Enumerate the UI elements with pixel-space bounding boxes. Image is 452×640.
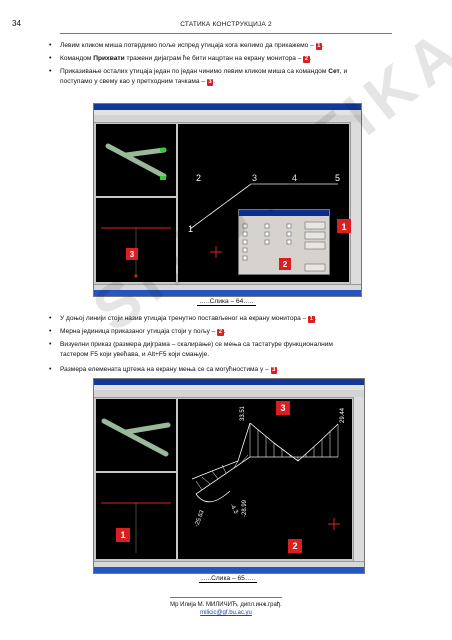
- bullet-text: У доњој линији стоји назив утицаја трену…: [60, 315, 309, 322]
- value-label-neg-25-63: -25.63: [194, 509, 206, 528]
- node-label-4: 4: [292, 173, 297, 183]
- figure-64-caption: …..Слика – 64…..: [93, 298, 360, 306]
- figure-65-caption: …..Слика – 65…..: [93, 575, 363, 583]
- caption-text: …..Слика – 64…..: [197, 298, 256, 306]
- view-pane-side: 1: [96, 473, 176, 559]
- screenshot-figure-64: 3 1 2 3 4 5 2: [93, 103, 362, 297]
- value-label-neg-4-3: -4.3: [228, 503, 239, 516]
- view-pane-side: 3: [96, 198, 176, 282]
- bullet-tail: .: [213, 77, 216, 85]
- bullet-icon: •: [49, 55, 52, 62]
- moment-diagram-drawing: 33.51 29.44 -25.63 -28.99 -4.3 3 2: [191, 401, 346, 553]
- marker-2-label: 2: [292, 541, 297, 551]
- bullet-tail: .: [309, 55, 312, 62]
- bullet-text: Левим кликом миша потврдимо поље испред …: [60, 42, 316, 49]
- value-label-neg-28-99: -28.99: [242, 499, 248, 517]
- bullet-text: поступамо у свему као у претходним тачка…: [60, 77, 207, 85]
- marker-1-overlay: 1: [337, 219, 351, 233]
- bullet-text: Приказивање осталих утицаја један по јед…: [60, 68, 329, 75]
- window-toolbar: [94, 115, 361, 123]
- screenshot-figure-65: 1 33.51 29.44 -25.63 -28.99 -4.3 3 2: [93, 378, 365, 574]
- marker-2-label: 2: [283, 260, 288, 269]
- bullet-icon: •: [49, 366, 52, 373]
- main-view-pane: 33.51 29.44 -25.63 -28.99 -4.3 3 2: [178, 399, 352, 559]
- caption-text: …..Слика – 65…..: [198, 575, 258, 583]
- side-view-drawing: 1: [101, 502, 171, 553]
- bullet-item: • Размера елемената цртежа на екрану мењ…: [49, 365, 394, 375]
- results-dialog[interactable]: 2: [238, 209, 330, 275]
- footer-author: Мр Илија М. МИЛИЧИЋ, дипл.инж.грађ.: [170, 602, 282, 608]
- marker-1-label: 1: [341, 222, 346, 232]
- footer-email-row: milicic@gf.bu.ac.yu: [0, 610, 452, 616]
- bullet-tail: .: [322, 42, 324, 49]
- bullet-text: Размера елемената цртежа на екрану мења …: [60, 366, 271, 373]
- marker-3-label: 3: [280, 403, 285, 413]
- value-label-33-51: 33.51: [240, 405, 246, 421]
- taskbar: [94, 290, 361, 296]
- bullet-tail: .: [314, 315, 317, 322]
- bullet-text: Визуелни приказ (размера дијграма – скал…: [60, 341, 333, 348]
- bullet-tail: .: [277, 366, 279, 373]
- command-name: Сет: [328, 68, 340, 75]
- bullet-text: Командом: [60, 55, 94, 62]
- right-toolbar[interactable]: [350, 122, 361, 285]
- taskbar: [94, 567, 364, 573]
- bullet-tail: , и: [339, 68, 348, 75]
- value-label-29-44: 29.44: [340, 407, 346, 423]
- window-toolbar: [94, 390, 364, 398]
- right-toolbar[interactable]: [353, 397, 364, 562]
- node-label-2: 2: [196, 173, 201, 183]
- bullet-icon: •: [49, 328, 52, 335]
- side-view-drawing: 3: [101, 227, 171, 278]
- bullet-item: • Левим кликом миша потврдимо поље испре…: [49, 41, 394, 51]
- bullet-text: тастером F5 који увећава, и Alt+F5 који …: [60, 350, 210, 358]
- running-title: СТАТИКА КОНСТРУКЦИЈА 2: [180, 21, 272, 28]
- command-name: Прихвати: [93, 55, 125, 62]
- bullet-icon: •: [49, 42, 52, 49]
- header-rule: [60, 33, 392, 34]
- main-view-pane: 1 2 3 4 5 2: [178, 124, 349, 282]
- bullet-text: Мерна јединица приказаног утицаја стоји …: [60, 328, 218, 335]
- frame-3d-drawing: [101, 418, 171, 457]
- bullet-tail: .: [223, 328, 226, 335]
- node-label-1: 1: [188, 224, 193, 234]
- view-pane-3d: [96, 399, 176, 471]
- bullet-icon: •: [49, 315, 52, 322]
- bullet-icon: •: [49, 341, 52, 348]
- marker-1-label: 1: [120, 530, 125, 540]
- node-label-5: 5: [335, 173, 340, 183]
- view-pane-3d: [96, 124, 176, 196]
- bullet-icon: •: [49, 68, 52, 75]
- footer-email-link[interactable]: milicic@gf.bu.ac.yu: [200, 610, 252, 616]
- marker-3-label: 3: [130, 250, 135, 259]
- bullet-item: • У доњој линији стоји назив утицаја тре…: [49, 314, 394, 324]
- bullet-item: • Мерна јединица приказаног утицаја стој…: [49, 327, 394, 337]
- node-label-3: 3: [252, 173, 257, 183]
- bullet-item: • Приказивање осталих утицаја један по ј…: [49, 67, 394, 86]
- bullet-item: • Командом Прихвати тражени дијаграм ће …: [49, 54, 394, 64]
- footer-rule: [170, 597, 282, 598]
- frame-3d-drawing: [105, 143, 167, 180]
- bullet-item: • Визуелни приказ (размера дијграма – ск…: [49, 340, 394, 359]
- bullet-text: тражени дијаграм ће бити нацртан на екра…: [124, 55, 304, 62]
- dialog-options: 2: [242, 221, 326, 272]
